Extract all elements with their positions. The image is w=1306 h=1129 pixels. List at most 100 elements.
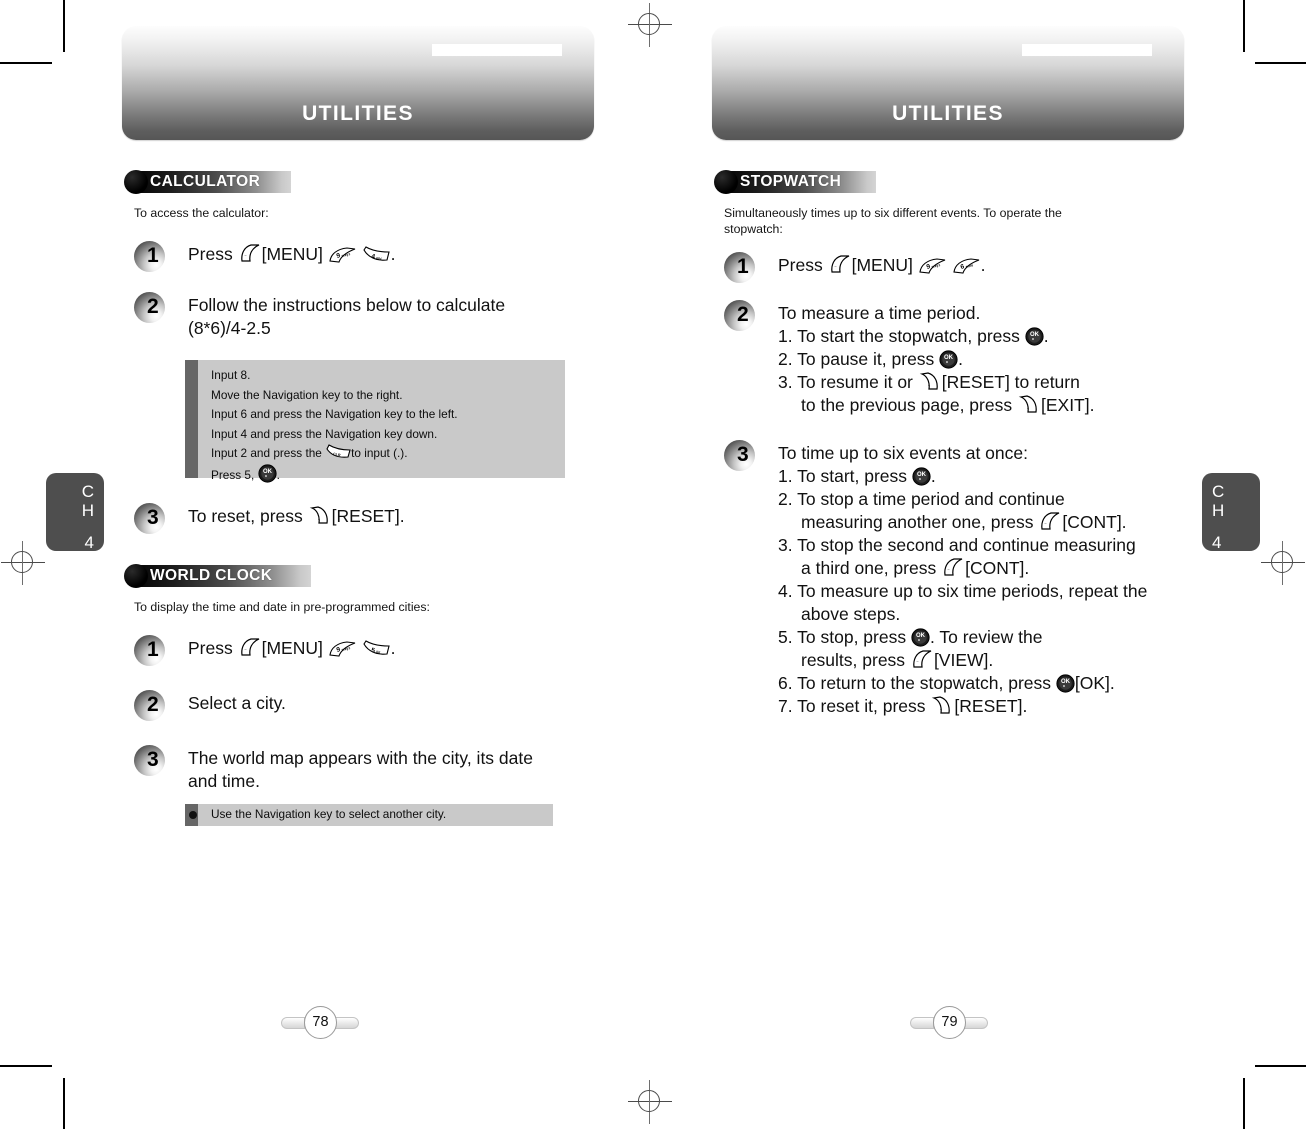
stopwatch-intro-line-1: Simultaneously times up to six different… (724, 206, 1062, 220)
calculator-step-1-text: Press .. [MENU] 9 wxyz 4 ghi . (188, 243, 395, 266)
step-number: 3 (737, 443, 749, 466)
svg-text:CLR: CLR (333, 452, 341, 457)
svg-text:*: * (918, 639, 920, 645)
step-line-1: Follow the instructions below to calcula… (188, 295, 506, 315)
svg-text:*: * (919, 478, 921, 484)
step-text-before: Press (778, 255, 823, 275)
substep-tail: [VIEW]. (933, 650, 994, 670)
registration-mark-top (628, 3, 672, 47)
chapter-tab-h: H (81, 501, 94, 520)
banner-notch (432, 44, 562, 56)
svg-text:..: .. (244, 253, 246, 257)
svg-text:..: .. (1027, 406, 1029, 410)
crop-mark-top-right-vertical (1243, 0, 1245, 52)
step-text-after: . (390, 244, 396, 264)
step-number: 2 (147, 693, 159, 716)
svg-text:jkl: jkl (374, 650, 380, 655)
note-line-5: Input 2 and press the CLR to input (.). (211, 444, 559, 464)
svg-text:..: .. (948, 567, 950, 571)
registration-mark-right (1261, 541, 1305, 585)
clear-key-icon: CLR (325, 444, 351, 461)
badge-bullet-icon (714, 170, 738, 194)
substep-tail: . (958, 349, 964, 369)
step-number: 1 (147, 244, 159, 267)
left-softkey-icon: .. (828, 254, 852, 275)
left-softkey-icon: .. (941, 557, 965, 578)
numeric-key-6-icon: 6 mno (952, 257, 981, 275)
step-number: 3 (147, 506, 159, 529)
step-text-mid: [MENU] (261, 638, 323, 658)
substep-2: 2. To stop a time period and continue (778, 489, 1065, 509)
substep-4-cont: above steps. (801, 604, 901, 624)
right-softkey-icon: .. (930, 695, 954, 716)
step-ball-icon: 2 (134, 690, 172, 721)
stopwatch-step-3-text: To time up to six events at once: 1. To … (778, 442, 1147, 718)
step-text-after: [RESET]. (331, 506, 405, 526)
substep-text: 3. To resume it or (778, 372, 913, 392)
crop-mark-bottom-right-horizontal (1255, 1065, 1306, 1067)
chapter-tab-left: C H 4 (46, 473, 104, 552)
ok-key-icon: OK * (911, 628, 930, 647)
step-text-mid: [MENU] (851, 255, 913, 275)
numeric-key-9-icon: 9 wxyz (918, 257, 947, 275)
substep-5: 5. To stop, press OK * . To review the (778, 626, 1147, 649)
crop-mark-bottom-right-vertical (1243, 1078, 1245, 1129)
crop-mark-top-left-vertical (63, 0, 65, 52)
left-softkey-icon: .. (1038, 511, 1062, 532)
folio-wing-left (281, 1017, 305, 1029)
step-number: 1 (737, 255, 749, 278)
note-line-2: Move the Navigation key to the right. (211, 387, 403, 402)
folio-wing-right (964, 1017, 988, 1029)
step-ball-icon: 2 (724, 300, 762, 331)
substep-2-cont: measuring another one, press .. [CONT]. (778, 511, 1147, 534)
note-line-6-pre: Press 5, (211, 467, 255, 482)
left-page-folio: 78 (281, 1006, 359, 1040)
substep-6: 6. To return to the stopwatch, press OK *… (778, 672, 1147, 695)
badge-bullet-icon (124, 170, 148, 194)
world-clock-step-3-text: The world map appears with the city, its… (188, 747, 533, 793)
substep-tail: [RESET] to return (941, 372, 1080, 392)
substep-tail: [CONT]. (1062, 512, 1127, 532)
svg-text:..: .. (916, 659, 918, 663)
svg-text:..: .. (244, 647, 246, 651)
ok-key-icon: OK * (1025, 327, 1044, 346)
left-page-banner: UTILITIES (122, 26, 594, 140)
step-text-before: Press (188, 638, 233, 658)
left-softkey-icon: .. (238, 243, 262, 264)
crop-mark-top-right-horizontal (1255, 62, 1306, 64)
calculator-note-box: Input 8. Move the Navigation key to the … (185, 360, 565, 483)
stopwatch-intro-line-2: stopwatch: (724, 222, 783, 236)
step-text-before: Press (188, 244, 233, 264)
world-clock-note-text: Use the Navigation key to select another… (211, 805, 547, 825)
svg-text:ghi: ghi (375, 256, 381, 261)
step-ball-icon: 2 (134, 292, 172, 323)
step-ball-icon: 1 (134, 635, 172, 666)
right-page-folio: 79 (910, 1006, 988, 1040)
substep-3: 3. To resume it or .. [RESET] to return (778, 371, 1094, 394)
substep-7: 7. To reset it, press .. [RESET]. (778, 695, 1147, 718)
world-clock-step-1-text: Press .. [MENU] 9 wxyz 5 jkl . (188, 637, 395, 660)
manual-spread: UTILITIES CALCULATOR To access the calcu… (0, 0, 1306, 1129)
world-clock-note-box: Use the Navigation key to select another… (185, 804, 553, 826)
stopwatch-step-1-text: Press .. [MENU] 9 wxyz 6 mno . (778, 254, 985, 277)
substep-tail: [RESET]. (954, 696, 1028, 716)
substep-text: 6. To return to the stopwatch, press (778, 673, 1052, 693)
numeric-key-9-icon: 9 wxyz (328, 640, 357, 658)
substep-1: 1. To start, press OK * . (778, 465, 1147, 488)
ok-key-icon: OK * (257, 464, 277, 483)
right-softkey-icon: .. (308, 505, 332, 526)
crop-mark-top-left-horizontal (0, 62, 52, 64)
substep-3: 3. To stop the second and continue measu… (778, 535, 1136, 555)
note-line-5-post: to input (.). (351, 446, 408, 461)
step-number: 2 (737, 303, 749, 326)
substep-4: 4. To measure up to six time periods, re… (778, 581, 1148, 601)
calculator-step-3-text: To reset, press .. [RESET]. (188, 505, 405, 528)
note-line-6: Press 5, OK * . (211, 464, 559, 486)
step-ball-icon: 1 (724, 252, 762, 283)
note-line-5-pre: Input 2 and press the (211, 446, 322, 461)
substep-2: 2. To pause it, press OK * . (778, 348, 1094, 371)
note-line-1: Input 8. (211, 368, 251, 382)
svg-text:..: .. (940, 707, 942, 711)
ok-key-icon: OK * (1056, 674, 1075, 693)
calculator-step-2-text: Follow the instructions below to calcula… (188, 294, 505, 340)
